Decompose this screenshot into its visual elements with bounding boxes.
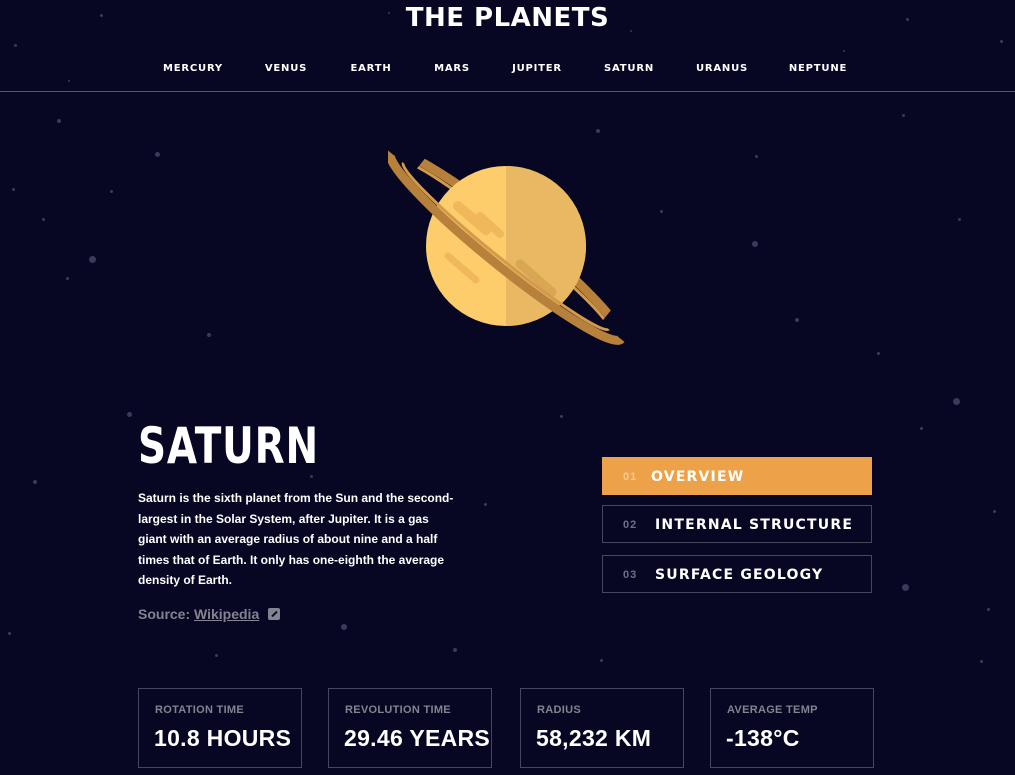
starfield-background xyxy=(0,0,1015,775)
stat-card-rotation-time: ROTATION TIME 10.8 HOURS xyxy=(138,688,302,768)
tab-label: OVERVIEW xyxy=(651,469,745,485)
site-title: THE PLANETS xyxy=(405,3,610,33)
nav-item-saturn[interactable]: SATURN xyxy=(604,63,654,74)
nav-item-mars[interactable]: MARS xyxy=(434,63,470,74)
nav-item-earth[interactable]: EARTH xyxy=(350,63,391,74)
planet-name: SATURN xyxy=(138,417,319,475)
planet-description: Saturn is the sixth planet from the Sun … xyxy=(138,491,454,587)
nav-item-mercury[interactable]: MERCURY xyxy=(163,63,223,74)
saturn-illustration xyxy=(385,132,628,372)
stat-card-average-temp: AVERAGE TEMP -138°C xyxy=(710,688,874,768)
stat-label: REVOLUTION TIME xyxy=(345,704,451,716)
tab-overview[interactable]: 01 OVERVIEW xyxy=(602,457,872,495)
stat-value: 29.46 YEARS xyxy=(344,725,491,751)
nav-item-jupiter[interactable]: JUPITER xyxy=(512,63,562,74)
tab-number: 01 xyxy=(623,471,638,483)
external-link-icon[interactable] xyxy=(268,608,281,620)
tab-label: SURFACE GEOLOGY xyxy=(655,567,824,583)
page: THE PLANETS MERCURY VENUS EARTH MARS JUP… xyxy=(0,0,1015,775)
stat-label: RADIUS xyxy=(537,704,581,716)
planet-nav: MERCURY VENUS EARTH MARS JUPITER SATURN … xyxy=(0,63,1015,77)
tab-number: 02 xyxy=(623,519,638,531)
tab-number: 03 xyxy=(623,569,638,581)
header-divider xyxy=(0,91,1015,92)
stat-label: ROTATION TIME xyxy=(155,704,245,716)
stat-card-revolution-time: REVOLUTION TIME 29.46 YEARS xyxy=(328,688,492,768)
stat-card-radius: RADIUS 58,232 KM xyxy=(520,688,684,768)
stat-value: -138°C xyxy=(726,725,800,751)
nav-item-venus[interactable]: VENUS xyxy=(265,63,307,74)
source-link[interactable]: Wikipedia xyxy=(194,606,259,622)
nav-item-uranus[interactable]: URANUS xyxy=(696,63,748,74)
tab-internal-structure[interactable]: 02 INTERNAL STRUCTURE xyxy=(602,505,872,543)
stat-value: 58,232 KM xyxy=(536,725,652,751)
stat-value: 10.8 HOURS xyxy=(154,725,292,751)
source-attribution: Source: Wikipedia xyxy=(138,605,281,623)
tab-surface-geology[interactable]: 03 SURFACE GEOLOGY xyxy=(602,555,872,593)
stat-label: AVERAGE TEMP xyxy=(727,704,818,716)
source-prefix: Source: xyxy=(138,606,191,622)
tab-label: INTERNAL STRUCTURE xyxy=(655,517,854,533)
nav-item-neptune[interactable]: NEPTUNE xyxy=(789,63,847,74)
